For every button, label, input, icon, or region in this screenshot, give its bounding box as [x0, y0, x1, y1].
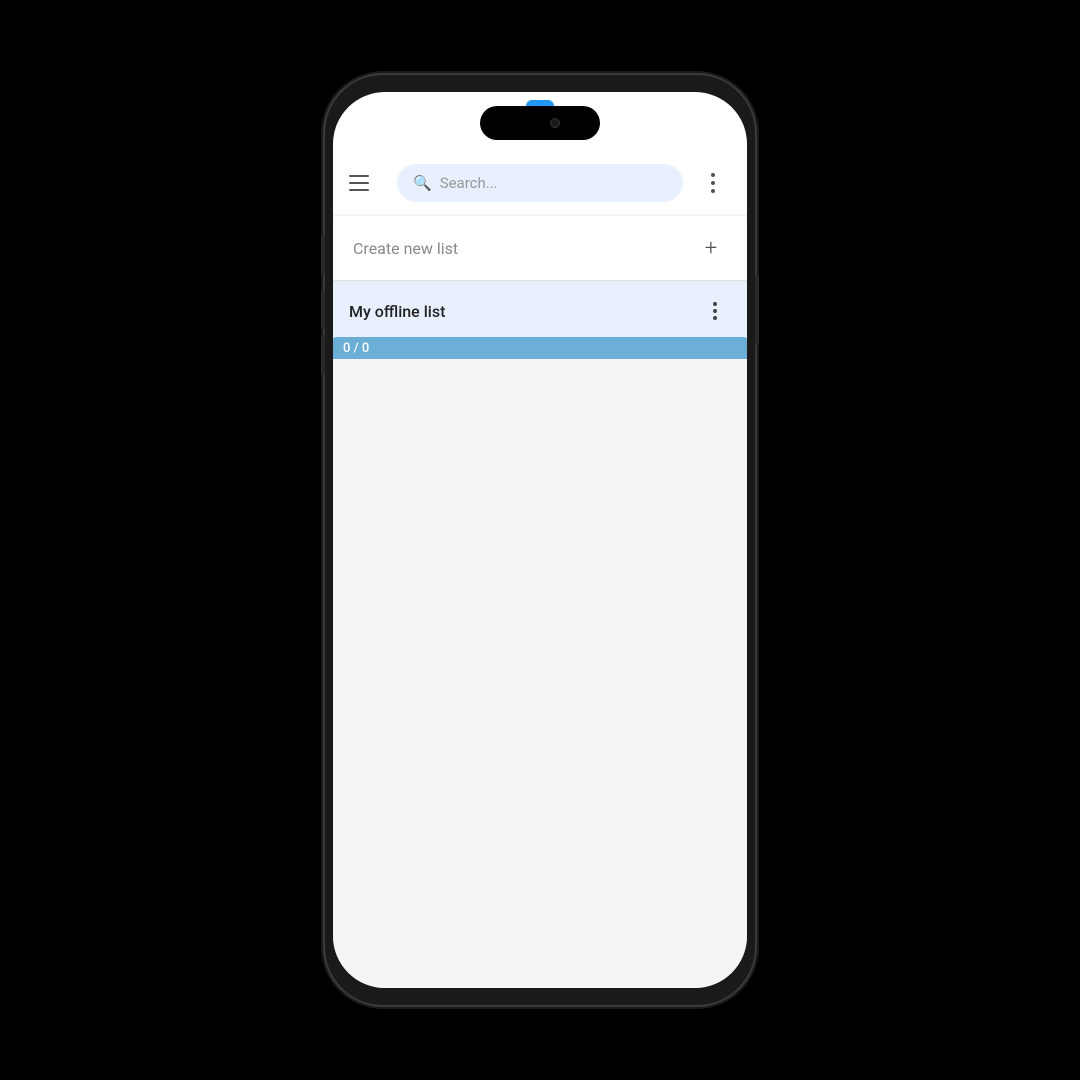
- more-dot-3: [711, 189, 715, 193]
- header-more-button[interactable]: [695, 165, 731, 201]
- more-dot-1: [711, 173, 715, 177]
- search-placeholder: Search...: [440, 174, 498, 192]
- progress-text: 0 / 0: [343, 341, 369, 356]
- create-new-list-label: Create new list: [353, 239, 458, 258]
- menu-line-2: [349, 182, 369, 184]
- list-section: Create new list + My offline list: [333, 216, 747, 359]
- list-item-header: My offline list: [349, 295, 731, 337]
- list-more-dot-1: [713, 302, 717, 306]
- camera-dot: [550, 118, 560, 128]
- phone-screen: 🔍 Search... Create new list +: [333, 92, 747, 988]
- top-bar: 🔍 Search...: [333, 152, 747, 214]
- list-more-button[interactable]: [699, 295, 731, 327]
- create-new-list-row[interactable]: Create new list +: [333, 216, 747, 281]
- menu-line-3: [349, 189, 369, 191]
- list-progress-bar: 0 / 0: [333, 337, 747, 359]
- search-bar[interactable]: 🔍 Search...: [397, 164, 683, 202]
- create-new-list-button[interactable]: +: [695, 232, 727, 264]
- menu-button[interactable]: [349, 165, 385, 201]
- list-title: My offline list: [349, 302, 445, 321]
- more-dot-2: [711, 181, 715, 185]
- list-more-dot-2: [713, 309, 717, 313]
- plus-icon: +: [705, 236, 717, 261]
- dynamic-island: [480, 106, 600, 140]
- phone-frame: 🔍 Search... Create new list +: [325, 75, 755, 1005]
- list-more-dot-3: [713, 316, 717, 320]
- menu-line-1: [349, 175, 369, 177]
- search-icon: 🔍: [413, 174, 432, 192]
- offline-list-item[interactable]: My offline list 0 / 0: [333, 281, 747, 359]
- content-area: 🔍 Search... Create new list +: [333, 152, 747, 988]
